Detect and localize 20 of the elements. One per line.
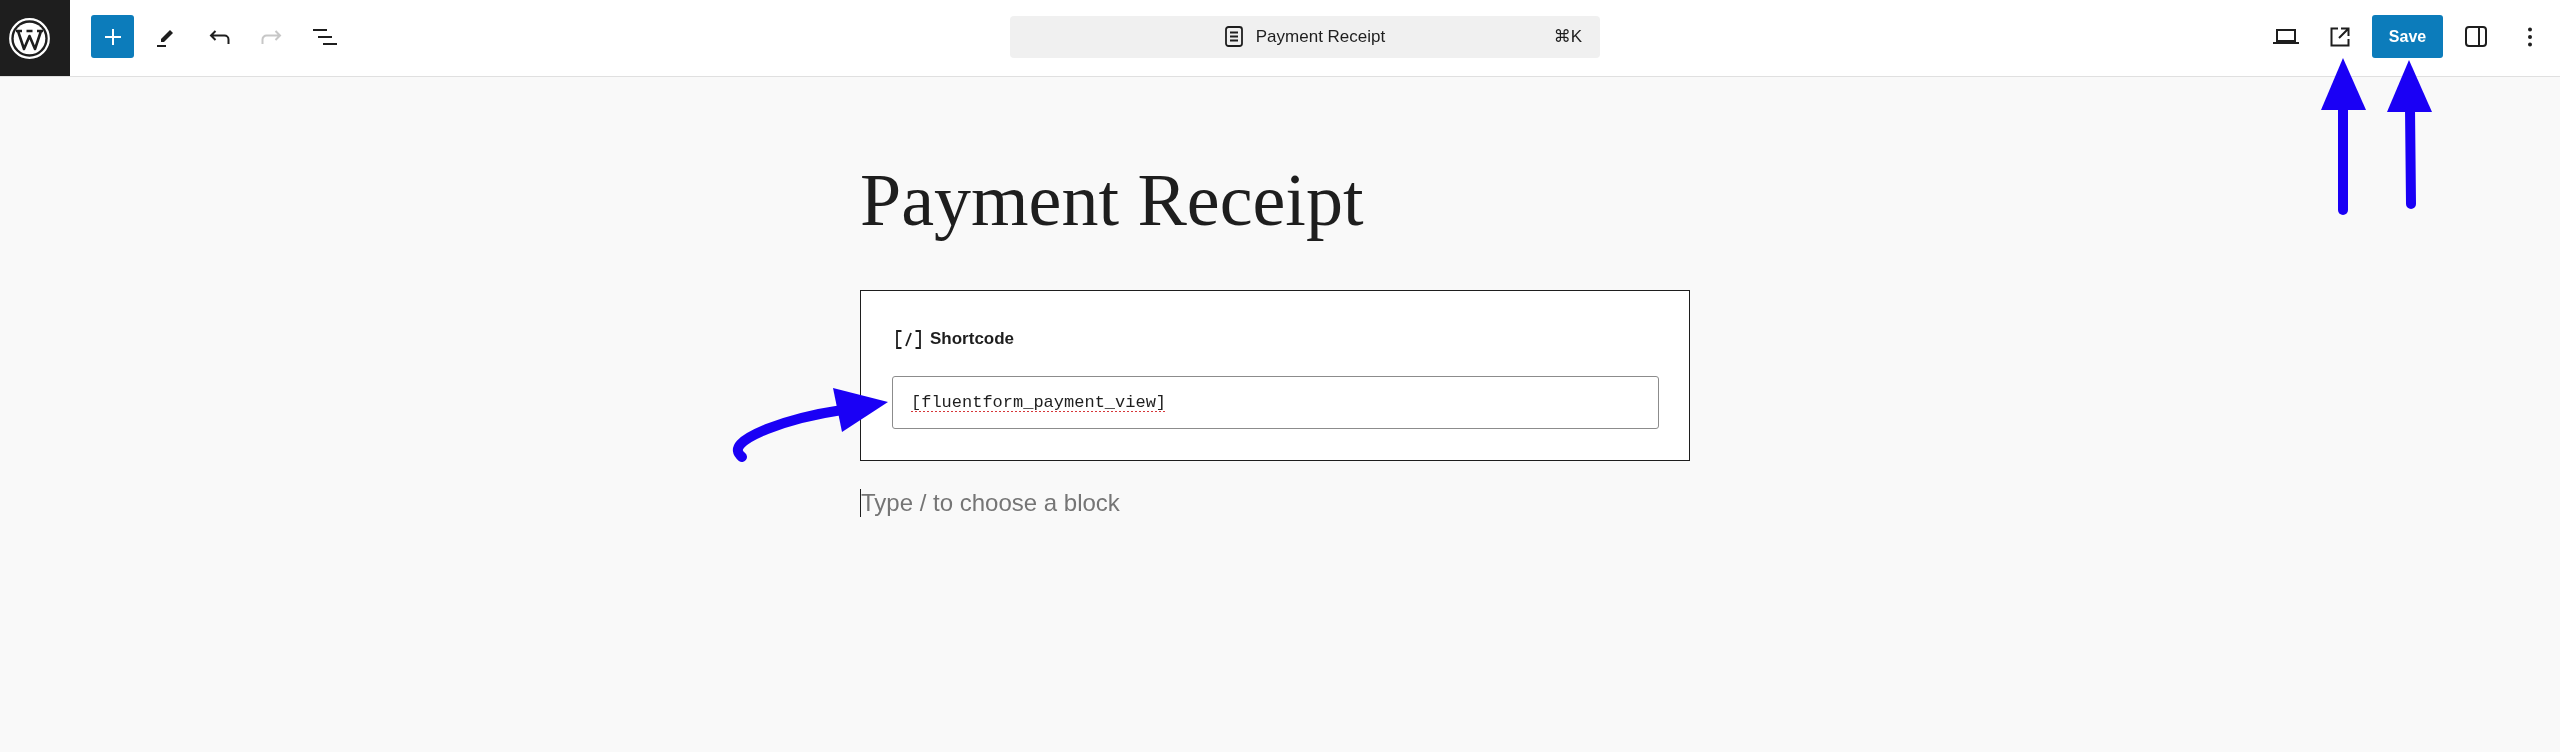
laptop-icon <box>2272 29 2299 44</box>
shortcode-field[interactable]: [fluentform_payment_view] <box>892 376 1659 429</box>
undo-icon <box>207 29 230 44</box>
list-view-icon <box>312 28 337 45</box>
save-button[interactable]: Save <box>2372 15 2443 58</box>
add-block-button[interactable] <box>91 15 134 58</box>
logo-icon <box>9 17 50 59</box>
document-icon <box>1224 26 1243 47</box>
redo-icon <box>260 29 283 44</box>
page-title: Payment Receipt <box>860 158 1364 243</box>
shortcode-icon <box>896 329 921 349</box>
more-icon <box>2527 26 2532 47</box>
sidebar-icon <box>2464 26 2487 47</box>
plus-icon <box>104 28 121 45</box>
paragraph-field[interactable]: Type / to choose a block <box>860 489 1180 517</box>
command-bar[interactable]: Payment Receipt ⌘K <box>1010 15 1600 58</box>
keyboard-shortcut: ⌘K <box>1553 26 1582 47</box>
block-label: Shortcode <box>930 329 1015 349</box>
external-link-icon <box>2329 26 2350 47</box>
site-logo-button[interactable] <box>0 0 70 76</box>
